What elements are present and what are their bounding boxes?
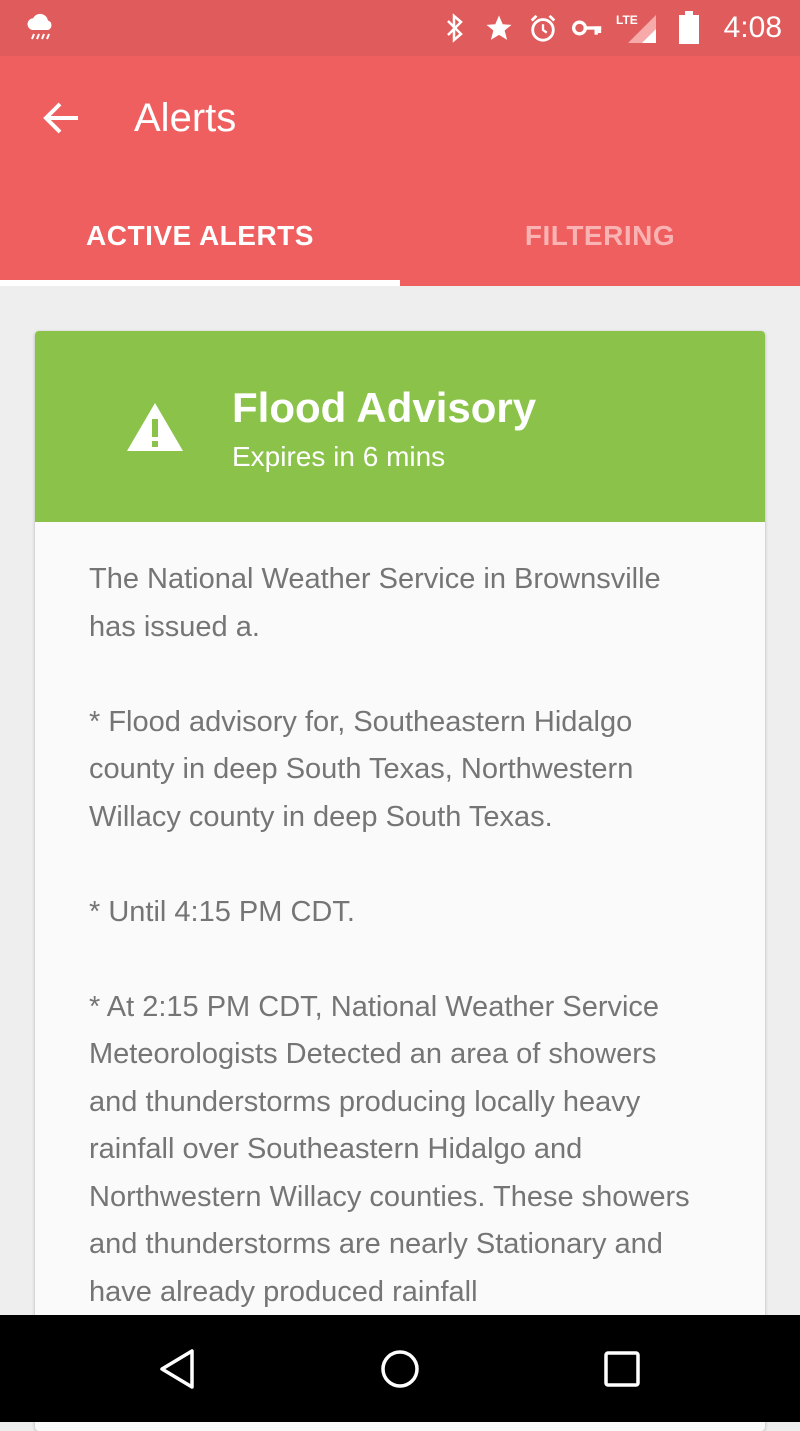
star-icon	[484, 13, 514, 43]
back-triangle-icon	[160, 1349, 194, 1389]
tab-filtering[interactable]: FILTERING	[400, 186, 800, 286]
alert-description: The National Weather Service in Brownsvi…	[35, 522, 765, 1316]
vpn-key-icon	[571, 13, 602, 43]
tab-label: ACTIVE ALERTS	[86, 220, 314, 251]
nav-recents-button[interactable]	[592, 1339, 652, 1399]
alert-paragraph: * At 2:15 PM CDT, National Weather Servi…	[89, 990, 690, 1308]
page-title: Alerts	[134, 96, 237, 140]
bluetooth-icon	[440, 13, 470, 43]
alert-title: Flood Advisory	[232, 384, 537, 431]
tab-label: FILTERING	[524, 220, 676, 251]
status-bar: LTE 4:08	[0, 0, 800, 56]
network-type-label: LTE	[616, 13, 638, 27]
recents-square-icon	[604, 1351, 640, 1387]
tab-indicator	[0, 280, 400, 286]
home-circle-icon	[381, 1350, 419, 1388]
alert-card-header: Flood Advisory Expires in 6 mins	[35, 331, 765, 522]
tab-bar: ACTIVE ALERTS FILTERING	[0, 186, 800, 286]
alarm-icon	[528, 13, 558, 43]
back-button[interactable]	[30, 86, 94, 150]
alert-paragraph: * Flood advisory for, Southeastern Hidal…	[89, 705, 634, 833]
weather-rain-icon	[27, 13, 52, 40]
alert-paragraph: * Until 4:15 PM CDT.	[89, 895, 355, 928]
alert-expiry: Expires in 6 mins	[232, 441, 446, 472]
alert-paragraph: The National Weather Service in Brownsvi…	[89, 563, 661, 643]
battery-icon	[674, 11, 704, 44]
signal-icon: LTE	[616, 13, 660, 43]
tab-active-alerts[interactable]: ACTIVE ALERTS	[0, 186, 400, 286]
alert-card[interactable]: Flood Advisory Expires in 6 mins The Nat…	[35, 331, 765, 1431]
status-time: 4:08	[723, 11, 782, 44]
warning-icon	[127, 403, 183, 451]
status-icons: LTE 4:08	[440, 0, 782, 56]
nav-home-button[interactable]	[370, 1339, 430, 1399]
nav-back-button[interactable]	[148, 1339, 208, 1399]
arrow-back-icon	[43, 102, 78, 134]
app-bar: Alerts ACTIVE ALERTS FILTERING	[0, 56, 800, 286]
navigation-bar	[0, 1315, 800, 1422]
